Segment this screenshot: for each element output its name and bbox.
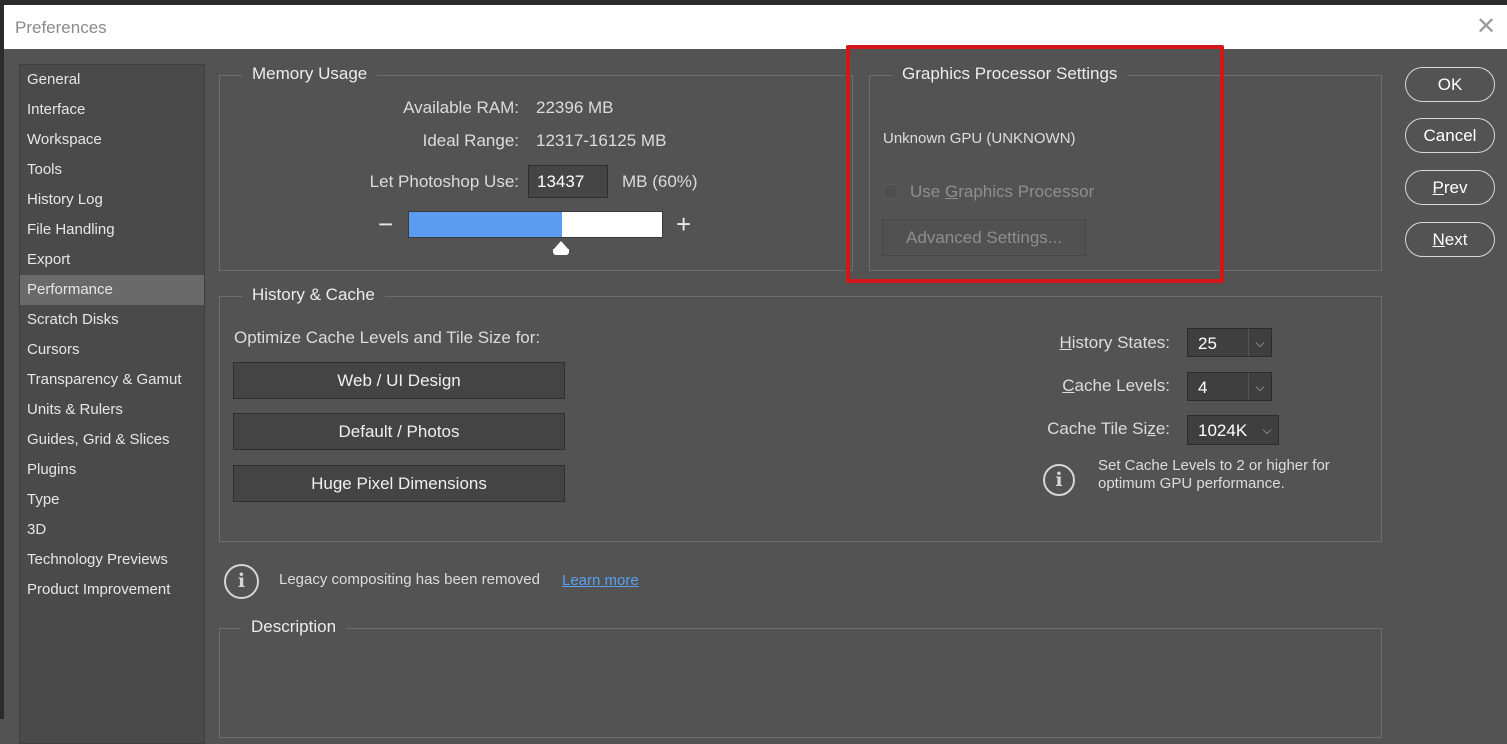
sidebar-item-units-rulers[interactable]: Units & Rulers	[20, 395, 204, 425]
preset-default-photos-button[interactable]: Default / Photos	[233, 413, 565, 450]
photoshop-use-label: Let Photoshop Use:	[369, 172, 519, 191]
memory-slider-fill	[409, 212, 562, 237]
history-states-select[interactable]: 25 ⌵	[1187, 328, 1272, 357]
close-icon[interactable]: ✕	[1473, 14, 1499, 40]
sidebar-item-general[interactable]: General	[20, 65, 204, 95]
chevron-down-icon: ⌵	[1248, 329, 1271, 356]
available-ram-label: Available RAM:	[403, 98, 519, 117]
sidebar-item-type[interactable]: Type	[20, 485, 204, 515]
gpu-name: Unknown GPU (UNKNOWN)	[883, 130, 1076, 147]
cache-levels-label: Cache Levels:	[1062, 376, 1170, 395]
optimize-cache-label: Optimize Cache Levels and Tile Size for:	[234, 328, 541, 347]
chevron-down-icon: ⌵	[1262, 423, 1272, 437]
sidebar-item-history-log[interactable]: History Log	[20, 185, 204, 215]
cache-tile-size-select[interactable]: 1024K ⌵	[1187, 415, 1279, 445]
sidebar-item-technology-previews[interactable]: Technology Previews	[20, 545, 204, 575]
memory-usage-legend: Memory Usage	[242, 64, 378, 84]
memory-slider-thumb-base[interactable]	[553, 249, 569, 255]
learn-more-link[interactable]: Learn more	[562, 572, 639, 589]
sidebar-item-scratch-disks[interactable]: Scratch Disks	[20, 305, 204, 335]
sidebar-item-guides-grid-slices[interactable]: Guides, Grid & Slices	[20, 425, 204, 455]
sidebar-item-performance[interactable]: Performance	[20, 275, 204, 305]
sidebar-item-transparency-gamut[interactable]: Transparency & Gamut	[20, 365, 204, 395]
cache-tile-size-label: Cache Tile Size:	[1047, 419, 1170, 438]
photoshop-use-input[interactable]	[528, 165, 608, 198]
gpu-cache-tip: Set Cache Levels to 2 or higher for opti…	[1098, 457, 1330, 492]
memory-slider[interactable]	[408, 211, 663, 238]
ideal-range-value: 12317-16125 MB	[536, 131, 667, 150]
info-icon: i	[1043, 464, 1075, 496]
preset-web-ui-design-button[interactable]: Web / UI Design	[233, 362, 565, 399]
legacy-compositing-message: Legacy compositing has been removed	[279, 571, 540, 588]
photoshop-use-suffix: MB (60%)	[622, 172, 698, 191]
description-group: Description	[219, 617, 1382, 738]
available-ram-value: 22396 MB	[536, 98, 614, 117]
sidebar-item-file-handling[interactable]: File Handling	[20, 215, 204, 245]
sidebar-item-tools[interactable]: Tools	[20, 155, 204, 185]
memory-increase-button[interactable]: +	[676, 209, 691, 240]
window-title: Preferences	[15, 18, 107, 37]
sidebar-item-product-improvement[interactable]: Product Improvement	[20, 575, 204, 605]
title-bar: Preferences ✕	[4, 5, 1507, 49]
use-gpu-label: Use Graphics Processor	[910, 182, 1095, 201]
cancel-button[interactable]: Cancel	[1405, 118, 1495, 153]
sidebar-item-interface[interactable]: Interface	[20, 95, 204, 125]
memory-decrease-button[interactable]: −	[378, 209, 393, 240]
gpu-settings-legend: Graphics Processor Settings	[892, 64, 1128, 84]
window-frame-left	[0, 0, 4, 719]
use-gpu-checkbox[interactable]	[883, 184, 898, 199]
sidebar-item-cursors[interactable]: Cursors	[20, 335, 204, 365]
advanced-settings-button[interactable]: Advanced Settings...	[882, 219, 1086, 256]
sidebar-item-export[interactable]: Export	[20, 245, 204, 275]
history-cache-legend: History & Cache	[242, 285, 385, 305]
cache-levels-value: 4	[1198, 378, 1208, 397]
sidebar-item-3d[interactable]: 3D	[20, 515, 204, 545]
preferences-sidebar: General Interface Workspace Tools History Lo…	[19, 64, 205, 744]
history-states-value: 25	[1198, 334, 1217, 353]
chevron-down-icon: ⌵	[1248, 373, 1271, 400]
sidebar-item-plugins[interactable]: Plugins	[20, 455, 204, 485]
description-legend: Description	[241, 617, 347, 637]
sidebar-item-workspace[interactable]: Workspace	[20, 125, 204, 155]
ideal-range-label: Ideal Range:	[422, 131, 519, 150]
preset-huge-pixel-dimensions-button[interactable]: Huge Pixel Dimensions	[233, 465, 565, 502]
ok-button[interactable]: OK	[1405, 67, 1495, 102]
cache-levels-select[interactable]: 4 ⌵	[1187, 372, 1272, 401]
history-states-label: History States:	[1059, 333, 1170, 352]
prev-button[interactable]: Prev	[1405, 170, 1495, 205]
cache-tile-size-value: 1024K	[1198, 421, 1248, 440]
info-icon: i	[224, 564, 259, 599]
sidebar-list: General Interface Workspace Tools History Lo…	[20, 65, 204, 605]
next-button[interactable]: Next	[1405, 222, 1495, 257]
